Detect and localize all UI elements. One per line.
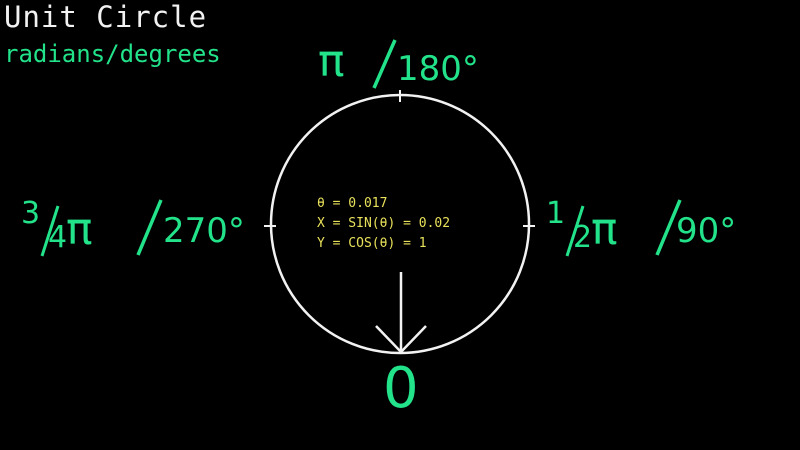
readout-x: X = SIN(θ) = 0.02 (317, 216, 451, 231)
label-left-degrees: 270° (163, 211, 245, 251)
label-right-denominator: 2 (573, 220, 593, 255)
top-slash (372, 39, 397, 89)
label-top-degrees: 180° (397, 49, 479, 89)
label-left-radian: π (66, 204, 93, 255)
label-left-denominator: 4 (48, 220, 68, 255)
label-right-numerator: 1 (546, 196, 566, 231)
label-right-radian: π (591, 204, 618, 255)
left-slash (136, 199, 163, 256)
label-top-radian: π (318, 36, 345, 87)
readout-theta: θ = 0.017 (317, 196, 388, 211)
label-right-degrees: 90° (676, 211, 737, 251)
label-left-numerator: 3 (21, 196, 41, 231)
label-bottom-radian: 0 (383, 356, 419, 421)
readout-y: Y = COS(θ) = 1 (317, 236, 427, 251)
